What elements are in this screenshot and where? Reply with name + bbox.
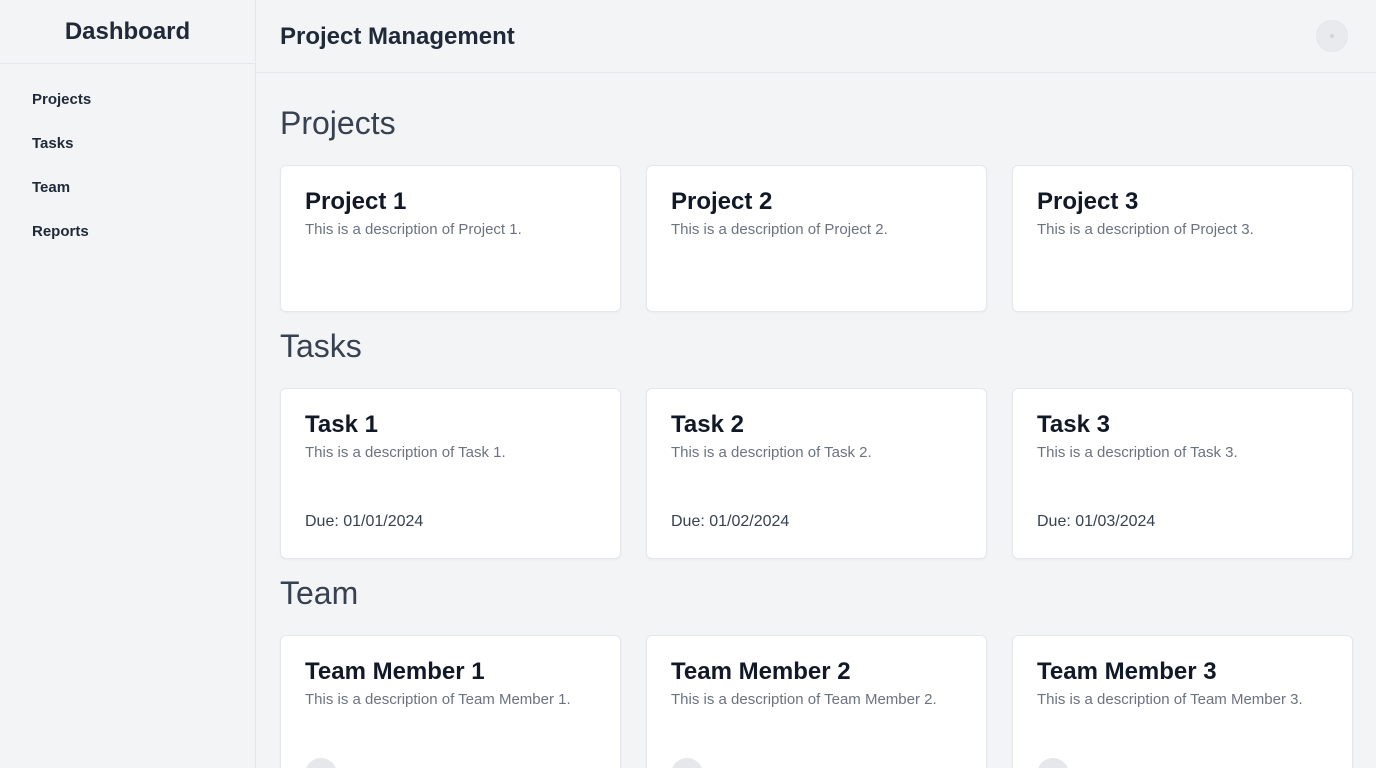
team-member-name: Team Member 2	[671, 658, 851, 685]
project-card-description: This is a description of Project 3.	[1037, 221, 1254, 238]
team-grid: Team Member 1 This is a description of T…	[280, 635, 1353, 768]
team-member-card[interactable]: Team Member 1 This is a description of T…	[280, 635, 621, 768]
task-due-date: Due: 01/02/2024	[671, 513, 790, 530]
sidebar: Dashboard Projects Tasks Team Reports	[0, 0, 256, 768]
project-card[interactable]: Project 1 This is a description of Proje…	[280, 165, 621, 312]
project-card-description: This is a description of Project 2.	[671, 221, 888, 238]
user-avatar-icon[interactable]	[1316, 20, 1348, 52]
project-card-title: Project 2	[671, 188, 773, 215]
task-card-title: Task 2	[671, 411, 744, 438]
team-member-card[interactable]: Team Member 2 This is a description of T…	[646, 635, 987, 768]
sidebar-nav: Projects Tasks Team Reports	[0, 64, 255, 254]
sidebar-item-projects[interactable]: Projects	[0, 78, 255, 122]
team-member-avatar-icon	[305, 758, 337, 768]
sidebar-item-reports[interactable]: Reports	[0, 210, 255, 254]
app-shell: Dashboard Projects Tasks Team Reports Pr…	[0, 0, 1376, 768]
sidebar-item-tasks[interactable]: Tasks	[0, 122, 255, 166]
team-section-title: Team	[280, 575, 359, 611]
team-member-name: Team Member 3	[1037, 658, 1217, 685]
sidebar-item-team[interactable]: Team	[0, 166, 255, 210]
task-card-description: This is a description of Task 1.	[305, 444, 506, 461]
project-card[interactable]: Project 3 This is a description of Proje…	[1012, 165, 1353, 312]
tasks-section-title: Tasks	[280, 328, 362, 364]
projects-grid: Project 1 This is a description of Proje…	[280, 165, 1353, 312]
tasks-grid: Task 1 This is a description of Task 1. …	[280, 388, 1353, 559]
top-bar: Project Management	[256, 0, 1376, 73]
task-card-title: Task 1	[305, 411, 378, 438]
task-due-date: Due: 01/01/2024	[305, 513, 424, 530]
project-card[interactable]: Project 2 This is a description of Proje…	[646, 165, 987, 312]
task-card-description: This is a description of Task 2.	[671, 444, 872, 461]
content: Projects Project 1 This is a description…	[256, 73, 1376, 768]
task-card[interactable]: Task 3 This is a description of Task 3. …	[1012, 388, 1353, 559]
team-member-description: This is a description of Team Member 1.	[305, 691, 571, 708]
main-area: Project Management Projects Project 1 Th…	[256, 0, 1376, 768]
task-card[interactable]: Task 1 This is a description of Task 1. …	[280, 388, 621, 559]
sidebar-brand: Dashboard	[0, 0, 255, 64]
project-card-title: Project 3	[1037, 188, 1139, 215]
team-member-name: Team Member 1	[305, 658, 485, 685]
team-member-description: This is a description of Team Member 2.	[671, 691, 937, 708]
project-card-description: This is a description of Project 1.	[305, 221, 522, 238]
task-card[interactable]: Task 2 This is a description of Task 2. …	[646, 388, 987, 559]
project-card-title: Project 1	[305, 188, 407, 215]
task-card-description: This is a description of Task 3.	[1037, 444, 1238, 461]
avatar-dot	[1330, 34, 1334, 38]
team-member-avatar-icon	[1037, 758, 1069, 768]
projects-section-title: Projects	[280, 105, 396, 141]
team-member-card[interactable]: Team Member 3 This is a description of T…	[1012, 635, 1353, 768]
team-member-avatar-icon	[671, 758, 703, 768]
task-due-date: Due: 01/03/2024	[1037, 513, 1156, 530]
page-title: Project Management	[280, 23, 515, 50]
task-card-title: Task 3	[1037, 411, 1110, 438]
team-member-description: This is a description of Team Member 3.	[1037, 691, 1303, 708]
